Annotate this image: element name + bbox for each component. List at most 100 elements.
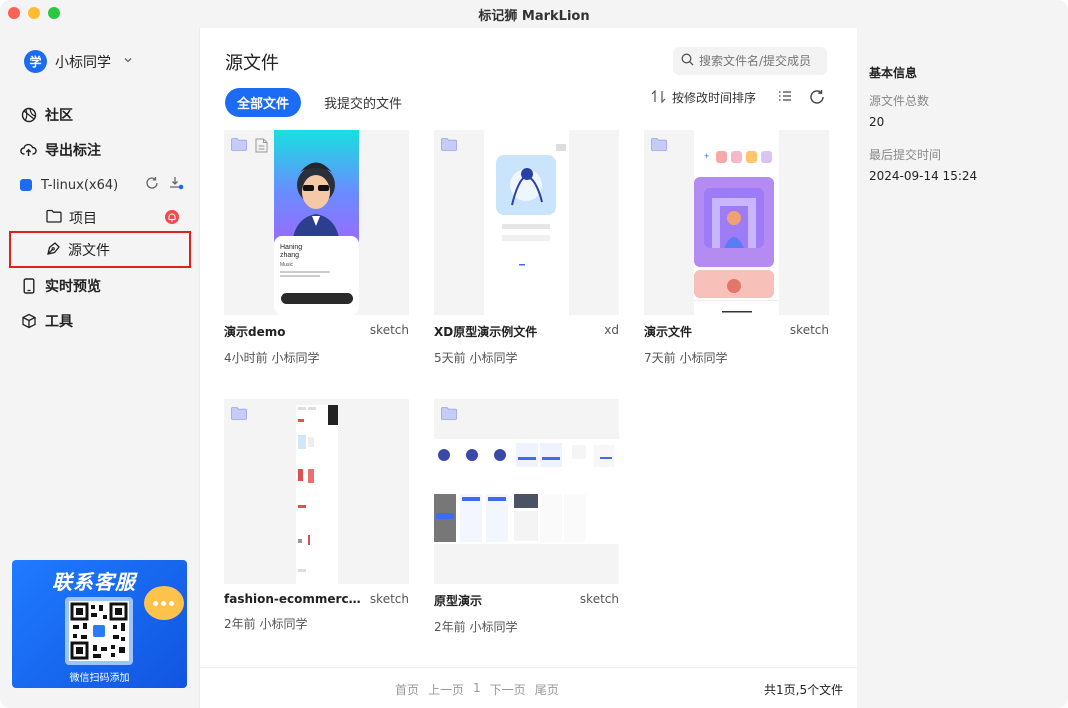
folder-icon	[441, 407, 457, 424]
page-title: 源文件	[225, 53, 279, 74]
footer-divider	[200, 667, 857, 668]
promo-subtitle: 微信扫码添加	[69, 673, 130, 684]
sidebar-item-label: 实时预览	[45, 279, 101, 295]
search-box[interactable]	[673, 47, 827, 75]
file-thumbnail[interactable]	[434, 399, 619, 584]
phone-icon	[20, 278, 37, 295]
sidebar-item-label: 导出标注	[45, 143, 101, 159]
folder-icon	[46, 209, 62, 227]
svg-text:zhang: zhang	[280, 252, 299, 259]
file-type: sketch	[369, 323, 409, 337]
pager-next[interactable]: 下一页	[490, 681, 526, 698]
search-input[interactable]	[699, 54, 821, 68]
sidebar-item-tools[interactable]: 工具	[20, 311, 73, 331]
sidebar-item-source-files[interactable]: 源文件	[46, 240, 110, 260]
file-total: 共1页,5个文件	[764, 683, 844, 697]
tab-my-files[interactable]: 我提交的文件	[324, 93, 402, 112]
file-meta: 2年前 小标同学	[224, 615, 409, 632]
file-owner: 小标同学	[469, 351, 518, 365]
customer-service-banner[interactable]: 联系客服 微信扫码添加	[12, 560, 187, 688]
title-bar: 标记狮 MarkLion	[0, 0, 1068, 28]
file-type: sketch	[789, 323, 829, 337]
user-menu[interactable]: 学 小标同学	[24, 50, 133, 73]
tab-all-files[interactable]: 全部文件	[225, 88, 302, 117]
file-type: sketch	[579, 592, 619, 606]
sidebar-item-projects[interactable]: 项目	[46, 208, 97, 228]
file-card[interactable]: XD原型演示例文件 xd 5天前 小标同学	[434, 130, 619, 366]
file-owner: 小标同学	[679, 351, 728, 365]
svg-text:+: +	[704, 151, 709, 161]
pager-current[interactable]: 1	[473, 681, 481, 698]
prototype-screens-preview	[434, 439, 619, 544]
sort-label: 按修改时间排序	[672, 91, 757, 105]
download-icon[interactable]	[169, 176, 185, 194]
pen-nib-icon	[46, 241, 61, 260]
svg-text:Music: Music	[280, 262, 294, 268]
minimize-window-button[interactable]	[28, 7, 40, 19]
folder-icon	[441, 138, 457, 155]
file-thumbnail[interactable]: Haning zhang Music	[224, 130, 409, 315]
file-count-value: 20	[869, 115, 885, 129]
search-icon	[681, 53, 694, 70]
profile-screen-preview: Haning zhang Music	[274, 130, 359, 315]
app-window: 标记狮 MarkLion 学 小标同学 社区 导出标注 T-linux(x64)	[0, 0, 1068, 708]
file-name: fashion-ecommerce-u...	[224, 592, 364, 606]
sidebar-item-label: 社区	[45, 108, 73, 124]
file-thumbnail[interactable]	[434, 130, 619, 315]
file-meta: 2年前 小标同学	[434, 618, 619, 635]
sidebar-item-label: 工具	[45, 314, 73, 330]
chat-bubble-icon	[144, 586, 184, 620]
sidebar-item-community[interactable]: 社区	[20, 105, 73, 125]
file-card[interactable]: Haning zhang Music 演示demo sketch 4小时前 小标…	[224, 130, 409, 366]
cube-icon	[20, 313, 37, 330]
project-name: T-linux(x64)	[41, 177, 119, 193]
file-type: sketch	[369, 592, 409, 606]
window-title: 标记狮 MarkLion	[478, 8, 590, 24]
pager-last[interactable]: 尾页	[535, 681, 559, 698]
file-count-label: 源文件总数	[869, 94, 930, 108]
chevron-down-icon	[123, 55, 133, 68]
file-thumbnail[interactable]: +	[644, 130, 829, 315]
file-meta: 5天前 小标同学	[434, 349, 619, 366]
xd-screen-preview	[484, 130, 569, 315]
qr-code	[65, 597, 133, 665]
file-name: XD原型演示例文件	[434, 325, 538, 339]
folder-icon	[231, 138, 247, 155]
pager-first[interactable]: 首页	[395, 681, 419, 698]
pager-prev[interactable]: 上一页	[428, 681, 464, 698]
file-thumbnail[interactable]	[224, 399, 409, 584]
file-card[interactable]: 原型演示 sketch 2年前 小标同学	[434, 399, 619, 635]
file-meta: 4小时前 小标同学	[224, 349, 409, 366]
svg-text:Haning: Haning	[280, 244, 302, 251]
last-submit-value: 2024-09-14 15:24	[869, 169, 978, 183]
file-name: 演示文件	[644, 325, 693, 339]
avatar: 学	[24, 50, 47, 73]
file-name: 演示demo	[224, 325, 286, 339]
file-time: 2年前	[224, 617, 256, 631]
sidebar: 学 小标同学 社区 导出标注 T-linux(x64) 项目 源文件 实时预览 …	[0, 28, 200, 708]
refresh-icon[interactable]	[809, 89, 825, 109]
sidebar-item-preview[interactable]: 实时预览	[20, 276, 101, 296]
folder-icon	[231, 407, 247, 424]
last-submit-label: 最后提交时间	[869, 148, 942, 162]
zoom-window-button[interactable]	[48, 7, 60, 19]
list-view-icon[interactable]	[778, 89, 792, 107]
file-owner: 小标同学	[469, 620, 518, 634]
sidebar-item-export[interactable]: 导出标注	[20, 140, 101, 160]
file-time: 7天前	[644, 351, 676, 365]
file-card[interactable]: fashion-ecommerce-u... sketch 2年前 小标同学	[224, 399, 409, 632]
promo-title: 联系客服	[52, 570, 136, 594]
main-panel: 源文件 全部文件 我提交的文件 按修改时间排序	[200, 28, 857, 708]
project-row[interactable]: T-linux(x64)	[20, 176, 185, 194]
file-card[interactable]: + 演示文件 sketch 7天前 小标同学	[644, 130, 829, 366]
sort-button[interactable]: 按修改时间排序	[651, 89, 756, 106]
sidebar-item-label: 源文件	[68, 243, 110, 259]
ecommerce-screens-preview	[296, 405, 338, 584]
file-name: 原型演示	[434, 594, 483, 608]
file-owner: 小标同学	[259, 617, 308, 631]
refresh-icon[interactable]	[145, 176, 159, 194]
project-color-dot	[20, 179, 32, 191]
cloud-upload-icon	[20, 142, 37, 159]
close-window-button[interactable]	[8, 7, 20, 19]
info-title: 基本信息	[869, 66, 918, 80]
